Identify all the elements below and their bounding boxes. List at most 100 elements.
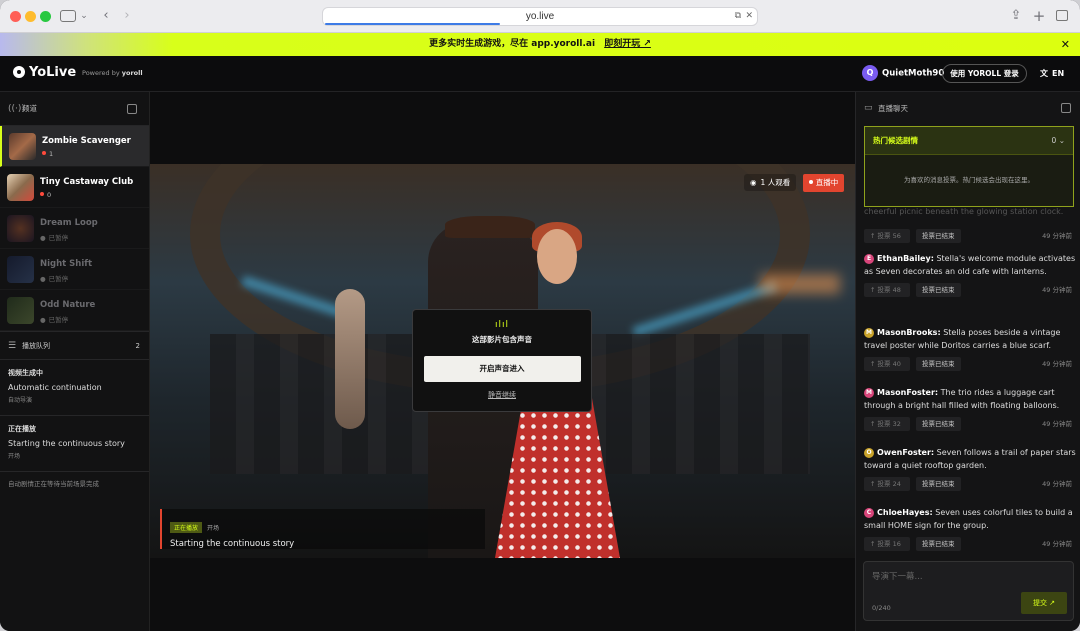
vote-count: 56 [892, 232, 901, 240]
message-colon: : [929, 508, 933, 517]
vote-arrow-icon: ↑ [870, 420, 876, 428]
close-window-button[interactable] [10, 11, 21, 22]
channel-item[interactable]: Zombie Scavenger 1 [0, 126, 149, 167]
app-header: YoLive Powered by yoroll Q QuietMoth90 使用… [0, 56, 1080, 92]
chat-input-box[interactable]: 导演下一幕... 0/240 提交 ↗ [863, 561, 1074, 621]
powered-by-prefix: Powered by [82, 69, 120, 77]
message-meta: ↑ 投票 32 投票已结束 49 分钟前 [864, 417, 1076, 431]
back-icon[interactable]: ‹ [100, 8, 112, 24]
vote-count: 24 [892, 480, 901, 488]
minimize-window-button[interactable] [25, 11, 36, 22]
channel-item[interactable]: Tiny Castaway Club 0 [0, 167, 149, 208]
new-tab-icon[interactable]: + [1032, 8, 1046, 24]
message-user[interactable]: MasonFoster [877, 388, 935, 397]
channel-thumbnail [9, 133, 36, 160]
vote-label: 投票 [877, 540, 891, 548]
message-meta: ↑ 投票 40 投票已结束 49 分钟前 [864, 357, 1076, 371]
live-dot-icon [808, 180, 813, 184]
chat-message: E EthanBailey: Stella's welcome module ac… [864, 252, 1076, 297]
now-playing-sub: 开场 [207, 525, 220, 532]
chat-bubble-icon: ▭ [864, 103, 873, 113]
collapse-sidebar-icon[interactable] [127, 104, 137, 114]
chat-input-placeholder[interactable]: 导演下一幕... [872, 570, 923, 582]
message-user[interactable]: ChloeHayes [877, 508, 929, 517]
channel-status: ● 已暂停 [40, 273, 68, 283]
share-icon[interactable]: ⇪ [1009, 8, 1023, 24]
hot-candidates-empty: 为喜欢的消息投票。热门候选会出现在这里。 [904, 176, 1034, 184]
forward-icon[interactable]: › [121, 8, 133, 24]
vote-button[interactable]: ↑ 投票 32 [864, 417, 910, 431]
live-badge: 直播中 [803, 174, 844, 192]
queue-item-state: 正在播放 [8, 425, 36, 433]
queue-item-state: 视频生成中 [8, 369, 43, 377]
brand-name: YoLive [29, 65, 77, 80]
user-name: QuietMoth90 [882, 68, 945, 79]
channel-item[interactable]: Night Shift ● 已暂停 [0, 249, 149, 290]
channel-item[interactable]: Dream Loop ● 已暂停 [0, 208, 149, 249]
hot-candidates-box: 热门候选剧情 0 ⌄ 为喜欢的消息投票。热门候选会出现在这里。 [864, 126, 1074, 207]
language-switch[interactable]: 文 EN [1040, 68, 1064, 79]
message-colon: : [937, 328, 941, 337]
char-counter: 0/240 [872, 604, 891, 612]
vote-button[interactable]: ↑ 投票 16 [864, 537, 910, 551]
sidebar-header: ((·)) 频道 [0, 92, 149, 126]
banner-close-icon[interactable]: ✕ [1061, 33, 1070, 56]
vote-arrow-icon: ↑ [870, 540, 876, 548]
voting-ended-badge: 投票已结束 [916, 417, 961, 431]
message-user[interactable]: OwenFoster [877, 448, 931, 457]
sidebar-toggle-icon[interactable] [60, 10, 76, 22]
address-bar[interactable]: yo.live ⧉ ✕ [322, 7, 758, 26]
continue-muted-link[interactable]: 静音继续 [413, 390, 591, 400]
banner-text: 更多实时生成游戏，尽在 app.yoroll.ai [429, 39, 596, 49]
yolive-logo-icon [13, 66, 25, 78]
channel-status: 0 [47, 191, 52, 199]
channel-name: Night Shift [40, 259, 93, 269]
scene-head [537, 229, 577, 284]
voting-ended-badge: 投票已结束 [916, 357, 961, 371]
collapse-chat-icon[interactable] [1061, 103, 1071, 113]
message-body: M MasonFoster: The trio rides a luggage c… [864, 386, 1076, 412]
translate-icon[interactable]: ⧉ [735, 11, 741, 21]
vote-count: 40 [892, 360, 901, 368]
queue-header: ☰ 播放队列 2 [0, 331, 149, 360]
voting-ended-badge: 投票已结束 [916, 477, 961, 491]
hot-candidates-header[interactable]: 热门候选剧情 0 ⌄ [865, 127, 1073, 155]
message-meta: ↑ 投票 16 投票已结束 49 分钟前 [864, 537, 1076, 551]
enter-with-sound-button[interactable]: 开启声音进入 [423, 356, 581, 382]
chat-header: ▭ 直播聊天 [856, 92, 1080, 125]
vote-button[interactable]: ↑ 投票 48 [864, 283, 910, 297]
channel-status: ● 已暂停 [40, 314, 68, 324]
eye-icon: ◉ [750, 178, 757, 187]
now-playing-title: Starting the continuous story [170, 539, 295, 549]
login-button[interactable]: 使用 YOROLL 登录 [942, 64, 1027, 83]
channel-thumbnail [7, 297, 34, 324]
voting-ended-badge: 投票已结束 [916, 229, 961, 243]
channel-name: Dream Loop [40, 218, 98, 228]
now-playing-tag: 正在播放 [170, 522, 203, 533]
submit-button[interactable]: 提交 ↗ [1021, 592, 1067, 614]
channel-item[interactable]: Odd Nature ● 已暂停 [0, 290, 149, 331]
message-time: 49 分钟前 [1042, 480, 1072, 488]
channel-thumbnail [7, 215, 34, 242]
voting-ended-badge: 投票已结束 [916, 283, 961, 297]
vote-button[interactable]: ↑ 投票 40 [864, 357, 910, 371]
vote-button[interactable]: ↑ 投票 24 [864, 477, 910, 491]
vote-label: 投票 [877, 480, 891, 488]
hot-candidates-count: 0 ⌄ [1052, 127, 1065, 155]
banner-play-link[interactable]: 即刻开玩 ↗ [604, 39, 651, 49]
queue-item-title: Starting the continuous story [8, 439, 125, 448]
tab-overview-icon[interactable] [1056, 10, 1068, 21]
message-time: 49 分钟前 [1042, 286, 1072, 294]
channel-name: Odd Nature [40, 300, 96, 310]
user-avatar: O [864, 448, 874, 458]
user-avatar: M [864, 388, 874, 398]
app-logo[interactable]: YoLive [13, 65, 76, 80]
scene-hat [445, 216, 535, 238]
chevron-down-icon[interactable]: ⌄ [80, 8, 88, 24]
stop-loading-icon[interactable]: ✕ [745, 11, 753, 21]
vote-button[interactable]: ↑ 投票 56 [864, 229, 910, 243]
message-user[interactable]: EthanBailey [877, 254, 931, 263]
message-user[interactable]: MasonBrooks [877, 328, 937, 337]
zoom-window-button[interactable] [40, 11, 51, 22]
user-menu[interactable]: Q QuietMoth90 [862, 65, 944, 81]
